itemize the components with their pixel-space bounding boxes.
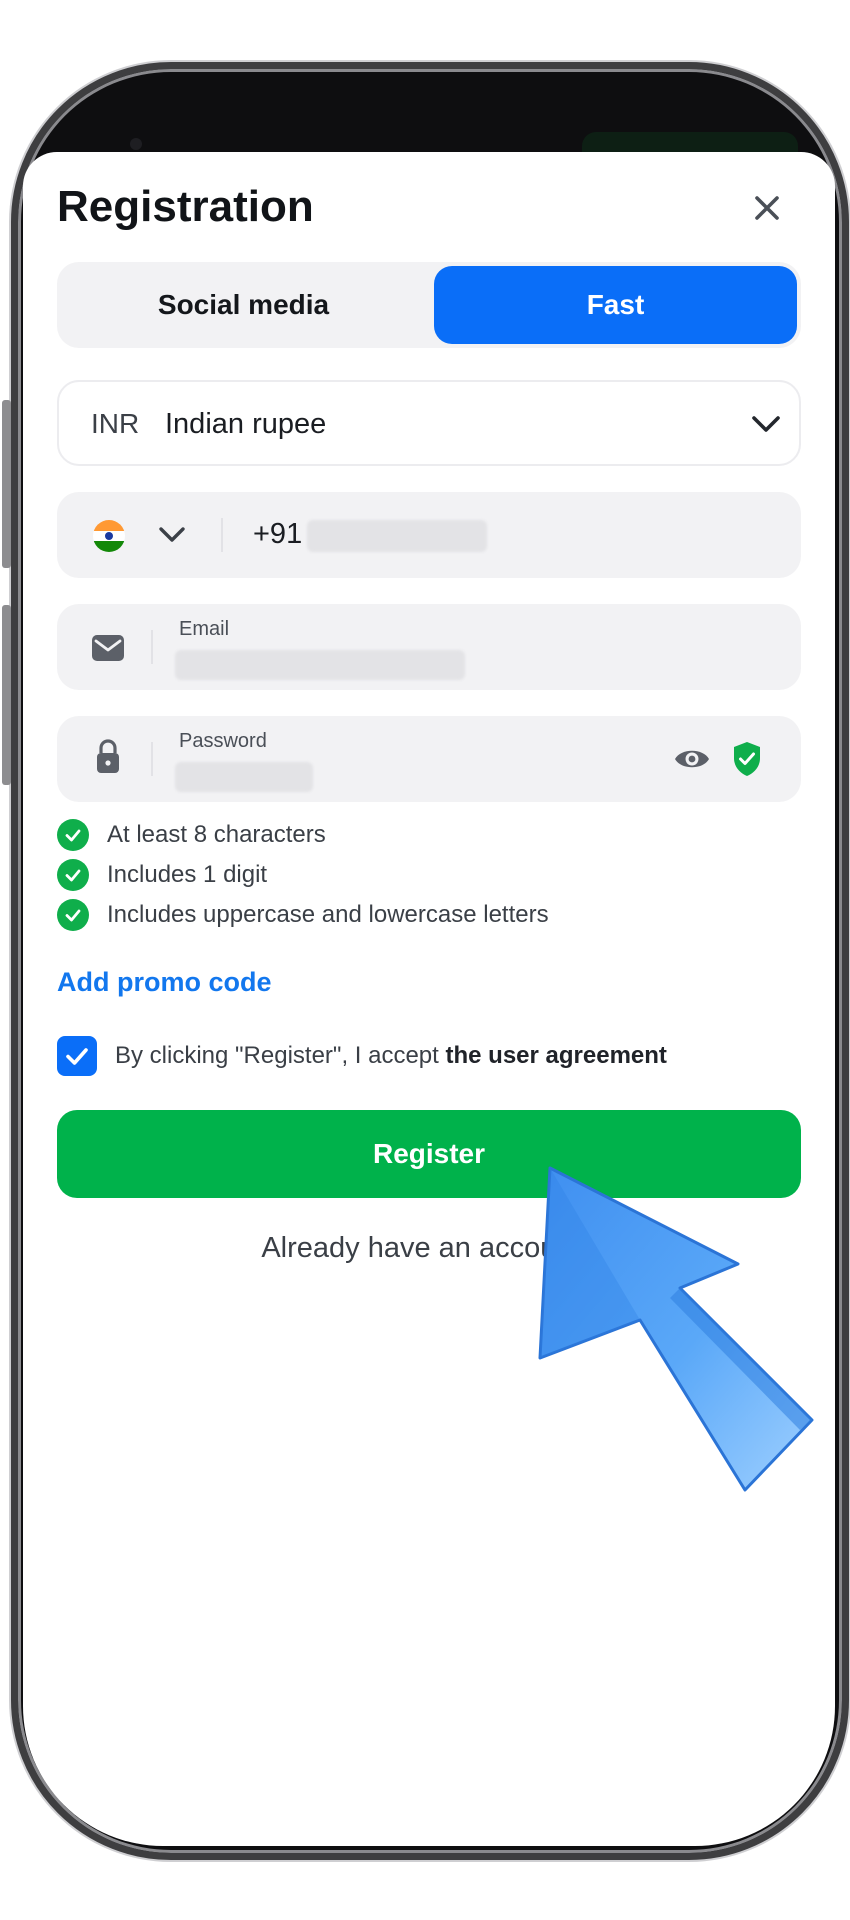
- india-flag-icon[interactable]: [93, 520, 125, 552]
- front-camera: [130, 138, 142, 150]
- requirement-item: Includes 1 digit: [57, 858, 267, 892]
- currency-select[interactable]: INR Indian rupee: [57, 380, 801, 466]
- close-icon[interactable]: [749, 190, 785, 226]
- requirement-item: Includes uppercase and lowercase letters: [57, 898, 549, 932]
- phone-number-redacted[interactable]: [307, 520, 487, 552]
- eye-icon[interactable]: [673, 744, 711, 774]
- check-circle-icon: [57, 859, 89, 891]
- currency-name: Indian rupee: [165, 408, 327, 440]
- mail-icon: [92, 635, 124, 661]
- shield-check-icon: [734, 742, 760, 776]
- checkmark-icon: [66, 1048, 88, 1065]
- user-agreement-link[interactable]: the user agreement: [446, 1042, 667, 1069]
- requirement-text: Includes uppercase and lowercase letters: [107, 901, 549, 928]
- divider: [221, 518, 223, 552]
- check-circle-icon: [57, 819, 89, 851]
- email-field[interactable]: Email: [57, 604, 801, 690]
- password-field[interactable]: Password: [57, 716, 801, 802]
- email-value-redacted[interactable]: [175, 650, 465, 680]
- agreement-text: By clicking "Register", I accept the use…: [115, 1042, 667, 1070]
- chevron-down-icon: [752, 416, 780, 432]
- phone-field[interactable]: +91: [57, 492, 801, 578]
- email-label: Email: [179, 618, 230, 640]
- currency-code: INR: [91, 408, 140, 439]
- tab-fast[interactable]: Fast: [434, 266, 797, 344]
- registration-tabs: Social media Fast: [57, 262, 801, 348]
- divider: [151, 742, 153, 776]
- side-button-lower: [2, 605, 11, 785]
- phone-prefix: +91: [253, 518, 303, 550]
- page-title: Registration: [57, 182, 314, 231]
- password-label: Password: [179, 730, 267, 752]
- requirement-text: At least 8 characters: [107, 821, 326, 848]
- agreement-checkbox[interactable]: [57, 1036, 97, 1076]
- check-circle-icon: [57, 899, 89, 931]
- password-value-redacted[interactable]: [175, 762, 313, 792]
- side-button-upper: [2, 400, 11, 568]
- registration-screen: Registration Social media Fast INR India…: [23, 152, 835, 1846]
- lock-icon: [97, 739, 119, 773]
- requirement-text: Includes 1 digit: [107, 861, 268, 888]
- pointer-arrow-icon: [538, 1166, 814, 1492]
- agreement-prefix: By clicking "Register", I accept: [115, 1042, 446, 1069]
- add-promo-code-link[interactable]: Add promo code: [57, 967, 272, 998]
- divider: [151, 630, 153, 664]
- country-chevron-down-icon[interactable]: [157, 524, 187, 546]
- tab-social-media[interactable]: Social media: [61, 266, 426, 344]
- requirement-item: At least 8 characters: [57, 818, 326, 852]
